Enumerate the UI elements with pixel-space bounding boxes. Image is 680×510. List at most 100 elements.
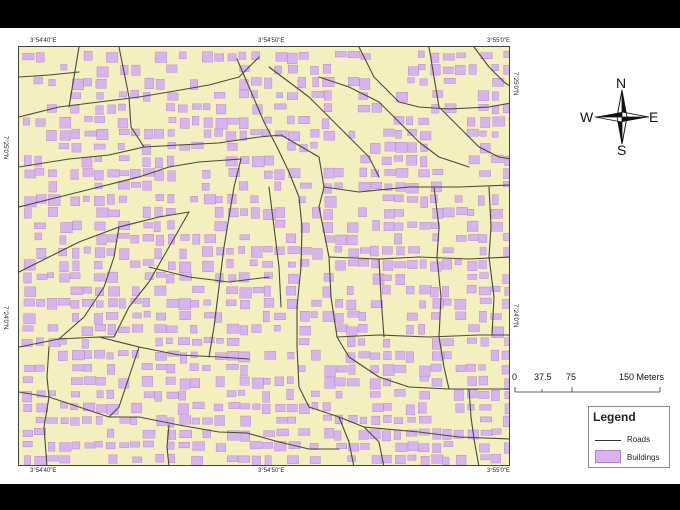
building-footprint (501, 365, 509, 375)
building-footprint (312, 77, 320, 87)
building-footprint (395, 350, 405, 360)
building-footprint (250, 77, 262, 86)
building-footprint (226, 390, 237, 397)
building-footprint (430, 287, 439, 298)
building-footprint (143, 92, 151, 102)
building-footprint (154, 129, 164, 139)
building-footprint (311, 299, 322, 307)
building-footprint (479, 170, 492, 177)
building-footprint (287, 52, 298, 64)
building-footprint (419, 365, 431, 378)
building-footprint (94, 116, 106, 123)
building-footprint (34, 364, 45, 372)
building-footprint (34, 456, 47, 465)
building-footprint (360, 247, 372, 254)
building-footprint (455, 364, 466, 373)
building-footprint (22, 325, 34, 332)
building-footprint (322, 311, 335, 322)
building-footprint (143, 391, 155, 399)
building-footprint (131, 402, 142, 414)
building-footprint (214, 53, 224, 62)
building-footprint (274, 207, 286, 218)
building-footprint (419, 391, 430, 400)
building-footprint (94, 313, 103, 324)
building-footprint (357, 324, 368, 333)
building-footprint (407, 142, 417, 153)
building-footprint (96, 66, 109, 78)
building-footprint (178, 104, 188, 113)
legend-item-buildings: Buildings (627, 453, 660, 462)
building-footprint (108, 454, 118, 464)
building-footprint (323, 209, 333, 220)
building-footprint (491, 131, 499, 138)
building-footprint (490, 349, 500, 361)
buildings-swatch-icon (595, 450, 621, 463)
building-footprint (324, 377, 336, 389)
building-footprint (348, 77, 360, 87)
building-footprint (431, 454, 444, 464)
building-footprint (324, 428, 335, 439)
building-footprint (297, 77, 307, 89)
building-footprint (419, 285, 432, 295)
coord-bottom-right: 3°55'0"E (487, 468, 511, 474)
building-footprint (166, 441, 175, 450)
building-footprint (393, 155, 404, 162)
building-footprint (480, 429, 494, 436)
building-footprint (119, 155, 130, 161)
building-footprint (384, 141, 396, 152)
building-footprint (70, 300, 80, 309)
building-footprint (396, 168, 409, 178)
building-footprint (167, 261, 176, 271)
building-footprint (84, 350, 92, 359)
building-footprint (263, 297, 275, 308)
building-footprint (203, 117, 213, 128)
building-footprint (48, 169, 57, 178)
building-footprint (202, 417, 213, 425)
building-footprint (154, 248, 162, 260)
building-footprint (130, 260, 141, 268)
building-footprint (178, 298, 191, 310)
building-footprint (311, 349, 321, 361)
building-footprint (431, 52, 440, 63)
building-footprint (323, 273, 334, 282)
building-footprint (503, 65, 509, 75)
building-footprint (23, 117, 30, 126)
building-footprint (107, 169, 120, 178)
building-footprint (167, 129, 175, 137)
building-footprint (203, 103, 211, 110)
building-footprint (189, 378, 200, 388)
building-footprint (117, 118, 128, 129)
building-footprint (154, 51, 167, 63)
building-footprint (46, 130, 57, 142)
building-footprint (117, 143, 125, 150)
building-footprint (166, 64, 178, 73)
building-footprint (23, 404, 33, 412)
building-footprint (23, 298, 35, 307)
building-footprint (371, 259, 380, 269)
building-footprint (84, 130, 97, 137)
building-footprint (250, 207, 260, 219)
building-footprint (275, 52, 288, 62)
building-footprint (252, 377, 264, 389)
building-footprint (503, 180, 509, 188)
building-footprint (155, 194, 164, 202)
building-footprint (154, 285, 167, 296)
building-footprint (240, 208, 248, 216)
map-canvas[interactable] (18, 46, 510, 466)
building-footprint (491, 390, 500, 401)
building-footprint (132, 312, 142, 319)
building-footprint (71, 128, 80, 139)
building-footprint (226, 299, 237, 306)
building-footprint (105, 442, 116, 450)
building-footprint (370, 352, 381, 360)
building-footprint (213, 403, 224, 411)
building-footprint (36, 52, 45, 63)
building-footprint (358, 351, 370, 359)
building-footprint (167, 194, 175, 204)
building-footprint (190, 351, 198, 358)
building-footprint (179, 430, 192, 439)
building-footprint (24, 169, 36, 179)
building-footprint (298, 51, 309, 60)
building-footprint (262, 311, 270, 323)
building-footprint (59, 261, 69, 273)
